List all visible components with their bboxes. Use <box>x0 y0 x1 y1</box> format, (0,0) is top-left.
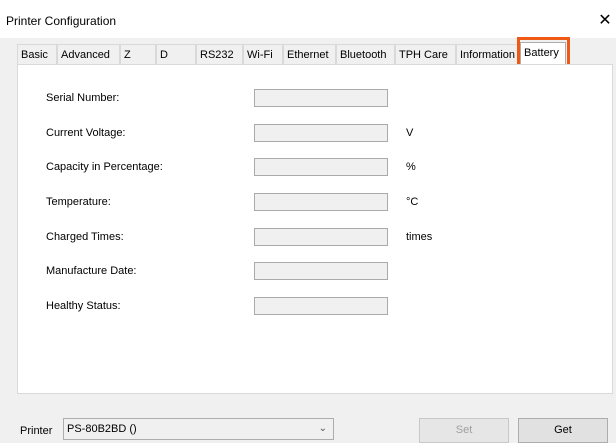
tab-rs232[interactable]: RS232 <box>196 44 243 64</box>
tab-basic[interactable]: Basic <box>17 44 57 64</box>
capacity-label: Capacity in Percentage: <box>46 161 163 173</box>
tab-information[interactable]: Information <box>456 44 519 64</box>
tab-tph-care[interactable]: TPH Care <box>395 44 456 64</box>
tab-advanced[interactable]: Advanced <box>57 44 120 64</box>
set-button[interactable]: Set <box>419 418 509 443</box>
healthy-status-field <box>254 297 388 315</box>
temperature-label: Temperature: <box>46 196 111 208</box>
window-title: Printer Configuration <box>6 14 117 28</box>
capacity-unit: % <box>406 161 416 173</box>
tab-d[interactable]: D <box>156 44 196 64</box>
tab-bluetooth[interactable]: Bluetooth <box>336 44 395 64</box>
charged-times-label: Charged Times: <box>46 231 124 243</box>
get-button[interactable]: Get <box>518 418 608 443</box>
current-voltage-field <box>254 124 388 142</box>
charged-times-unit: times <box>406 231 433 243</box>
charged-times-field <box>254 228 388 246</box>
printer-config-window: Printer Configuration ✕ Basic Advanced Z… <box>0 0 616 443</box>
tab-ethernet[interactable]: Ethernet <box>283 44 336 64</box>
manufacture-date-label: Manufacture Date: <box>46 265 137 277</box>
printer-label: Printer <box>20 425 53 437</box>
serial-number-label: Serial Number: <box>46 92 120 104</box>
tab-wifi[interactable]: Wi-Fi <box>243 44 283 64</box>
current-voltage-unit: V <box>406 127 414 139</box>
capacity-field <box>254 158 388 176</box>
serial-number-field <box>254 89 388 107</box>
chevron-down-icon: ⌄ <box>318 423 327 434</box>
temperature-field <box>254 193 388 211</box>
healthy-status-label: Healthy Status: <box>46 300 121 312</box>
tab-z[interactable]: Z <box>120 44 156 64</box>
close-icon[interactable]: ✕ <box>594 8 616 32</box>
temperature-unit: °C <box>406 196 419 208</box>
manufacture-date-field <box>254 262 388 280</box>
printer-select-value: PS-80B2BD () <box>67 423 137 435</box>
tab-battery[interactable]: Battery <box>520 42 566 65</box>
current-voltage-label: Current Voltage: <box>46 127 126 139</box>
title-bar: Printer Configuration ✕ <box>0 0 616 38</box>
printer-select[interactable]: PS-80B2BD () ⌄ <box>63 418 334 440</box>
